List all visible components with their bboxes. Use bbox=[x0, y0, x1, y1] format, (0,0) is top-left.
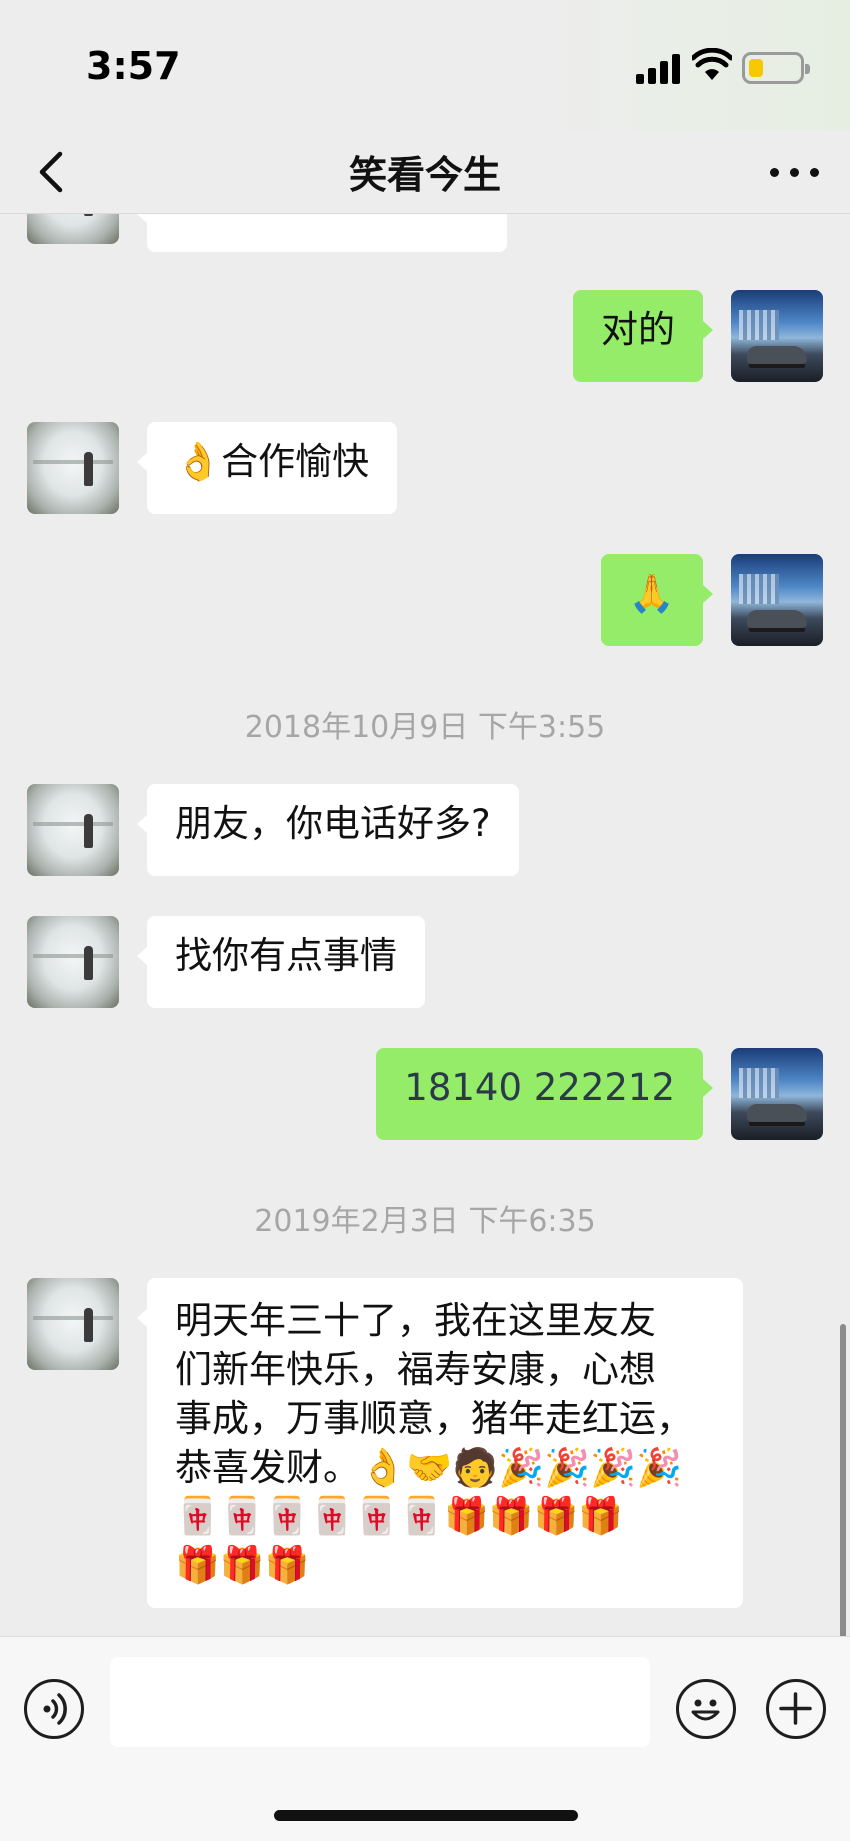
message-bubble-outgoing[interactable]: 🙏 bbox=[600, 554, 714, 646]
my-avatar[interactable] bbox=[731, 554, 823, 646]
message-text: 🙏 bbox=[628, 572, 675, 615]
chat-title: 笑看今生 bbox=[348, 153, 501, 197]
battery-icon bbox=[742, 52, 810, 84]
more-dots-icon[interactable] bbox=[770, 158, 820, 188]
message-text: 👌合作愉快 bbox=[175, 440, 370, 483]
message-input[interactable] bbox=[110, 1657, 650, 1747]
contact-avatar[interactable] bbox=[27, 916, 119, 1008]
wifi-icon bbox=[692, 48, 732, 80]
message-bubble-outgoing[interactable]: 18140 222212 bbox=[376, 1048, 713, 1140]
contact-avatar[interactable] bbox=[27, 1278, 119, 1370]
message-bubble-incoming[interactable]: 朋友，你电话好多? bbox=[137, 784, 519, 876]
message-text-line: 事成，万事顺意，猪年走红运， bbox=[175, 1397, 693, 1440]
contact-avatar[interactable] bbox=[27, 422, 119, 514]
chat-history[interactable]: 对的 👌合作愉快 🙏 2018年10月9日 下午3:55 朋友，你电话好多? 找… bbox=[0, 214, 850, 1636]
message-bubble-incoming[interactable]: 明天年三十了，我在这里友友 们新年快乐，福寿安康，心想 事成，万事顺意，猪年走红… bbox=[137, 1278, 743, 1608]
message-timestamp: 2018年10月9日 下午3:55 bbox=[244, 710, 606, 745]
message-bubble-partial[interactable] bbox=[137, 214, 507, 252]
nav-bar: 笑看今生 bbox=[0, 130, 850, 214]
message-text-line: 明天年三十了，我在这里友友 bbox=[175, 1299, 656, 1342]
message-text: 对的 bbox=[601, 308, 675, 351]
message-text-line: 们新年快乐，福寿安康，心想 bbox=[175, 1348, 656, 1391]
emoji-face-icon[interactable] bbox=[676, 1679, 736, 1739]
chat-scrollbar[interactable] bbox=[840, 1324, 846, 1636]
battery-level bbox=[749, 59, 763, 77]
message-text: 朋友，你电话好多? bbox=[175, 802, 491, 845]
message-bubble-incoming[interactable]: 👌合作愉快 bbox=[136, 422, 398, 514]
plus-circle-icon[interactable] bbox=[766, 1679, 826, 1739]
message-text: 18140 222212 bbox=[404, 1066, 675, 1109]
message-emoji-line: 🀄🀄🀄🀄🀄🀄🎁🎁🎁🎁 bbox=[175, 1496, 624, 1537]
contact-avatar[interactable] bbox=[27, 784, 119, 876]
status-time: 3:57 bbox=[86, 44, 181, 88]
contact-avatar[interactable] bbox=[27, 214, 119, 244]
message-timestamp: 2019年2月3日 下午6:35 bbox=[254, 1204, 596, 1239]
home-indicator[interactable] bbox=[274, 1810, 578, 1821]
my-avatar[interactable] bbox=[731, 1048, 823, 1140]
message-text-line: 恭喜发财。👌🤝🧑🎉🎉🎉🎉 bbox=[175, 1446, 683, 1489]
message-text: 找你有点事情 bbox=[175, 934, 397, 977]
input-bar bbox=[0, 1636, 850, 1841]
message-bubble-outgoing[interactable]: 对的 bbox=[573, 290, 713, 382]
message-emoji-line: 🎁🎁🎁 bbox=[175, 1545, 310, 1586]
message-bubble-incoming[interactable]: 找你有点事情 bbox=[137, 916, 425, 1008]
status-bar: 3:57 bbox=[0, 0, 850, 130]
my-avatar[interactable] bbox=[731, 290, 823, 382]
cellular-signal-icon bbox=[636, 54, 680, 84]
voice-icon[interactable] bbox=[24, 1679, 84, 1739]
